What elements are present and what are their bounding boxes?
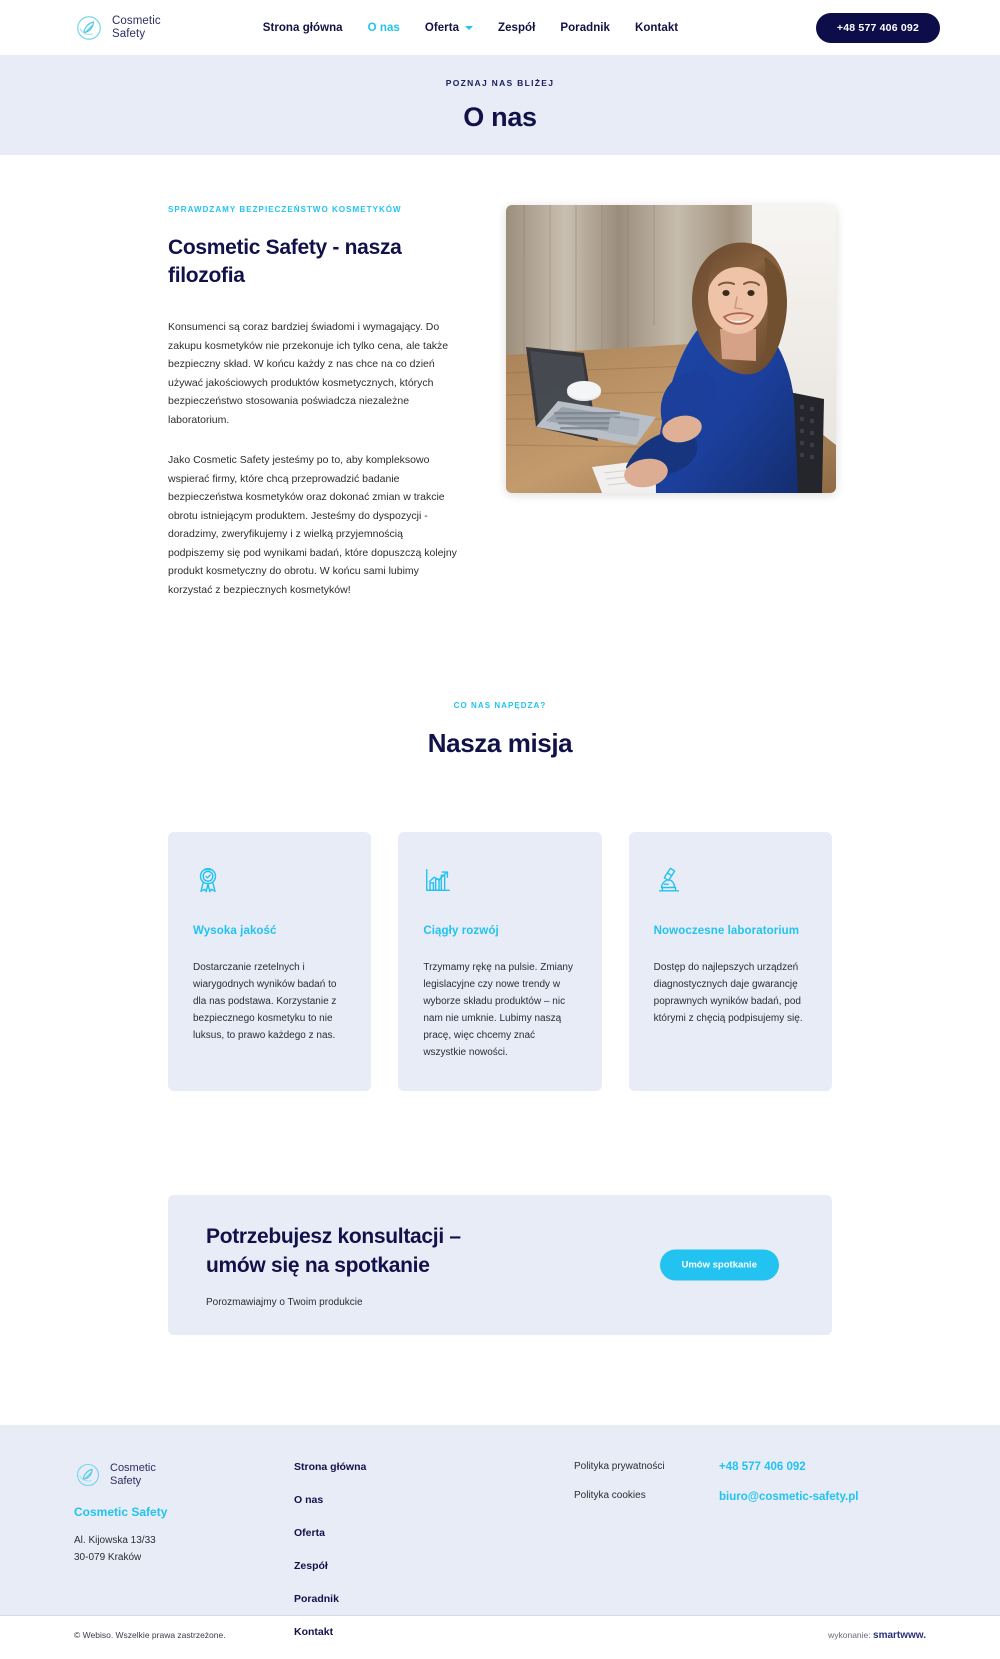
nav-item-zespol[interactable]: Zespół — [498, 22, 535, 34]
footer-nav-oferta[interactable]: Oferta — [294, 1527, 574, 1539]
footer-legal-column: Polityka prywatności Polityka cookies — [574, 1461, 719, 1659]
made-by-brand[interactable]: smartwww. — [873, 1630, 926, 1641]
footer-link-polityka-cookies[interactable]: Polityka cookies — [574, 1490, 719, 1501]
about-photo — [506, 205, 836, 493]
cta-book-meeting-button[interactable]: Umów spotkanie — [659, 1249, 779, 1281]
nav-item-kontakt[interactable]: Kontakt — [635, 22, 678, 34]
footer-phone-link[interactable]: +48 577 406 092 — [719, 1461, 858, 1473]
nav-item-oferta[interactable]: Oferta — [424, 21, 474, 34]
footer-nav-o-nas[interactable]: O nas — [294, 1494, 574, 1506]
about-title: Cosmetic Safety - nasza filozofia — [168, 236, 402, 287]
footer-nav-kontakt[interactable]: Kontakt — [294, 1626, 574, 1638]
mission-card-text: Dostęp do najlepszych urządzeń diagnosty… — [653, 962, 803, 1024]
nav-item-oferta-label: Oferta — [424, 21, 460, 34]
mission-card-ciagly-rozwoj: Ciągły rozwój Trzymamy rękę na pulsie. Z… — [398, 832, 602, 1091]
mission-card-title: Nowoczesne laboratorium — [653, 925, 800, 937]
mission-card-title: Ciągły rozwój — [423, 925, 499, 937]
cta-banner: Potrzebujesz konsultacji – umów się na s… — [168, 1195, 832, 1335]
about-text-column: SPRAWDZAMY BEZPIECZEŃSTWO KOSMETYKÓW Cos… — [168, 205, 468, 621]
mission-section: CO NAS NAPĘDZA? Nasza misja — [0, 621, 1000, 759]
nav-item-strona-glowna[interactable]: Strona główna — [263, 22, 343, 34]
microscope-icon — [654, 865, 807, 897]
mission-card-title: Wysoka jakość — [193, 925, 277, 937]
copyright-text: © Webiso. Wszelkie prawa zastrzeżone. — [74, 1630, 226, 1640]
footer-nav-strona-glowna[interactable]: Strona główna — [294, 1461, 574, 1473]
cta-subtitle: Porozmawiajmy o Twoim produkcie — [206, 1297, 363, 1308]
nav-item-poradnik[interactable]: Poradnik — [560, 22, 610, 34]
footer-logo-line1: Cosmetic — [110, 1462, 156, 1474]
cta-title-line1: Potrzebujesz konsultacji – — [206, 1225, 461, 1248]
cta-title: Potrzebujesz konsultacji – umów się na s… — [206, 1222, 461, 1280]
leaf-circle-logo-icon — [74, 1461, 102, 1489]
footer-nav-poradnik[interactable]: Poradnik — [294, 1593, 574, 1605]
footer-address-line1: Al. Kijowska 13/33 — [74, 1535, 156, 1546]
made-by-credit: wykonanie: smartwww. — [828, 1630, 926, 1641]
leaf-circle-logo-icon — [74, 13, 104, 43]
made-by-label: wykonanie: — [828, 1629, 871, 1640]
about-eyebrow: SPRAWDZAMY BEZPIECZEŃSTWO KOSMETYKÓW — [168, 205, 402, 214]
mission-cards: Wysoka jakość Dostarczanie rzetelnych i … — [168, 832, 832, 1091]
cta-text-block: Potrzebujesz konsultacji – umów się na s… — [206, 1222, 461, 1308]
header-phone-button[interactable]: +48 577 406 092 — [815, 13, 940, 43]
growth-chart-icon — [423, 865, 576, 897]
footer-logo-line2: Safety — [110, 1475, 142, 1487]
about-paragraph-2: Jako Cosmetic Safety jesteśmy po to, aby… — [168, 454, 457, 596]
footer-nav-zespol[interactable]: Zespół — [294, 1560, 574, 1572]
footer-email-link[interactable]: biuro@cosmetic-safety.pl — [719, 1491, 858, 1503]
mission-card-nowoczesne-laboratorium: Nowoczesne laboratorium Dostęp do najlep… — [628, 832, 832, 1091]
cta-title-line2: umów się na spotkanie — [206, 1254, 430, 1277]
header-logo[interactable]: Cosmetic Safety — [74, 13, 161, 43]
footer-logo[interactable]: Cosmetic Safety — [74, 1461, 284, 1489]
footer-brand-name: Cosmetic Safety — [74, 1505, 168, 1519]
header-logo-text: Cosmetic Safety — [112, 15, 161, 41]
footer-logo-text: Cosmetic Safety — [110, 1462, 156, 1488]
chevron-down-icon — [465, 25, 474, 30]
nav-item-o-nas[interactable]: O nas — [368, 22, 400, 34]
footer-address: Al. Kijowska 13/33 30-079 Kraków — [74, 1532, 284, 1566]
mission-card-text: Trzymamy rękę na pulsie. Zmiany legislac… — [423, 962, 573, 1058]
award-ribbon-icon — [193, 865, 346, 897]
about-paragraph-1: Konsumenci są coraz bardziej świadomi i … — [168, 321, 449, 426]
site-header: Cosmetic Safety Strona główna O nas Ofer… — [0, 0, 1000, 55]
main-navigation: Strona główna O nas Oferta Zespół Poradn… — [263, 22, 678, 34]
footer-nav-column: Strona główna O nas Oferta Zespół Poradn… — [294, 1461, 574, 1659]
header-logo-line2: Safety — [112, 27, 146, 40]
page-hero: POZNAJ NAS BLIŻEJ O nas — [0, 55, 1000, 155]
mission-title: Nasza misja — [427, 728, 573, 758]
footer-address-line2: 30-079 Kraków — [74, 1552, 142, 1563]
site-footer: Cosmetic Safety Cosmetic Safety Al. Kijo… — [0, 1425, 1000, 1638]
header-logo-line1: Cosmetic — [112, 14, 161, 27]
hero-eyebrow: POZNAJ NAS BLIŻEJ — [445, 77, 555, 88]
page-title: O nas — [463, 101, 537, 132]
mission-card-text: Dostarczanie rzetelnych i wiarygodnych w… — [193, 962, 337, 1041]
mission-card-wysoka-jakosc: Wysoka jakość Dostarczanie rzetelnych i … — [168, 832, 372, 1091]
mission-eyebrow: CO NAS NAPĘDZA? — [453, 701, 547, 710]
footer-link-polityka-prywatnosci[interactable]: Polityka prywatności — [574, 1461, 719, 1472]
about-section: SPRAWDZAMY BEZPIECZEŃSTWO KOSMETYKÓW Cos… — [0, 155, 1000, 621]
about-image-column — [506, 205, 836, 621]
